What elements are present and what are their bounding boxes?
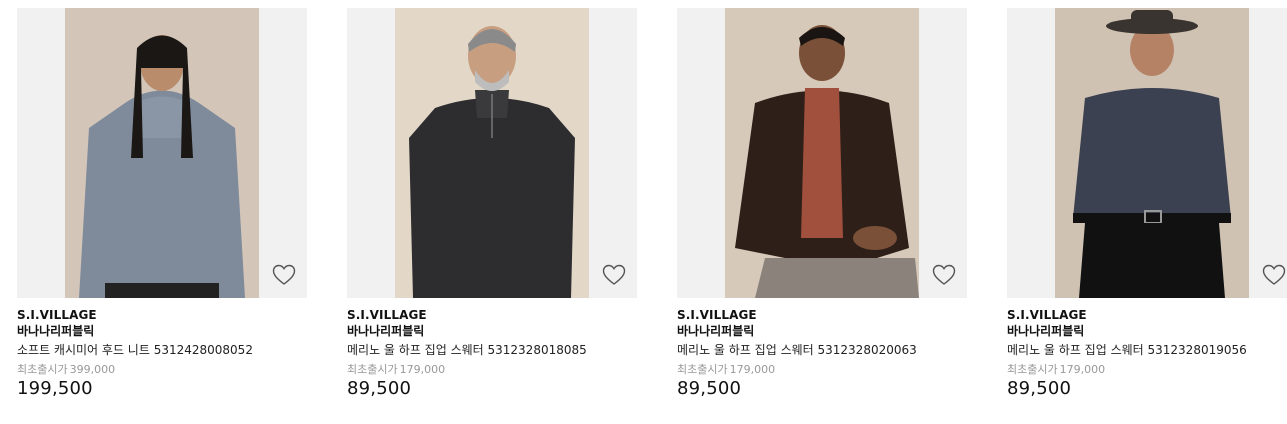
original-price: 최초출시가 399,000: [17, 363, 307, 377]
product-photo[interactable]: [725, 8, 919, 298]
product-info[interactable]: S.I.VILLAGE 바나나리퍼블릭 소프트 캐시미어 후드 니트 53124…: [17, 298, 307, 401]
product-info[interactable]: S.I.VILLAGE 바나나리퍼블릭 메리노 울 하프 집업 스웨터 5312…: [1007, 298, 1287, 401]
product-photo[interactable]: [65, 8, 259, 298]
sale-price: 89,500: [347, 378, 412, 399]
product-name[interactable]: 소프트 캐시미어 후드 니트 5312428008052: [17, 340, 307, 360]
original-price: 최초출시가 179,000: [677, 363, 967, 377]
mall-name: S.I.VILLAGE: [677, 308, 757, 322]
product-thumbnail[interactable]: [17, 8, 307, 298]
heart-outline-icon[interactable]: [1261, 262, 1287, 288]
original-price-label: 최초출시가: [1007, 363, 1058, 376]
brand-name: 바나나리퍼블릭: [347, 324, 425, 338]
original-price-label: 최초출시가: [347, 363, 398, 376]
product-photo[interactable]: [1055, 8, 1249, 298]
original-price: 최초출시가 179,000: [347, 363, 637, 377]
product-card[interactable]: S.I.VILLAGE 바나나리퍼블릭 소프트 캐시미어 후드 니트 53124…: [17, 8, 307, 401]
original-price-label: 최초출시가: [677, 363, 728, 376]
original-price-value: 399,000: [69, 363, 116, 376]
brand-name: 바나나리퍼블릭: [1007, 324, 1085, 338]
product-name[interactable]: 메리노 울 하프 집업 스웨터 5312328018085: [347, 340, 637, 360]
original-price-label: 최초출시가: [17, 363, 68, 376]
product-card[interactable]: S.I.VILLAGE 바나나리퍼블릭 메리노 울 하프 집업 스웨터 5312…: [677, 8, 967, 401]
product-grid: S.I.VILLAGE 바나나리퍼블릭 소프트 캐시미어 후드 니트 53124…: [0, 0, 1287, 424]
original-price-value: 179,000: [729, 363, 776, 376]
original-price: 최초출시가 179,000: [1007, 363, 1287, 377]
mall-name: S.I.VILLAGE: [347, 308, 427, 322]
product-info[interactable]: S.I.VILLAGE 바나나리퍼블릭 메리노 울 하프 집업 스웨터 5312…: [677, 298, 967, 401]
product-photo[interactable]: [395, 8, 589, 298]
product-card[interactable]: S.I.VILLAGE 바나나리퍼블릭 메리노 울 하프 집업 스웨터 5312…: [347, 8, 637, 401]
product-name[interactable]: 메리노 울 하프 집업 스웨터 5312328019056: [1007, 340, 1287, 360]
mall-name: S.I.VILLAGE: [17, 308, 97, 322]
brand-name: 바나나리퍼블릭: [17, 324, 95, 338]
sale-price: 89,500: [1007, 378, 1072, 399]
product-thumbnail[interactable]: [1007, 8, 1287, 298]
product-info[interactable]: S.I.VILLAGE 바나나리퍼블릭 메리노 울 하프 집업 스웨터 5312…: [347, 298, 637, 401]
product-thumbnail[interactable]: [677, 8, 967, 298]
brand-name: 바나나리퍼블릭: [677, 324, 755, 338]
product-card[interactable]: S.I.VILLAGE 바나나리퍼블릭 메리노 울 하프 집업 스웨터 5312…: [1007, 8, 1287, 401]
heart-outline-icon[interactable]: [931, 262, 957, 288]
product-name[interactable]: 메리노 울 하프 집업 스웨터 5312328020063: [677, 340, 967, 360]
heart-outline-icon[interactable]: [601, 262, 627, 288]
original-price-value: 179,000: [1059, 363, 1106, 376]
original-price-value: 179,000: [399, 363, 446, 376]
heart-outline-icon[interactable]: [271, 262, 297, 288]
sale-price: 89,500: [677, 378, 742, 399]
product-thumbnail[interactable]: [347, 8, 637, 298]
sale-price: 199,500: [17, 378, 93, 399]
mall-name: S.I.VILLAGE: [1007, 308, 1087, 322]
